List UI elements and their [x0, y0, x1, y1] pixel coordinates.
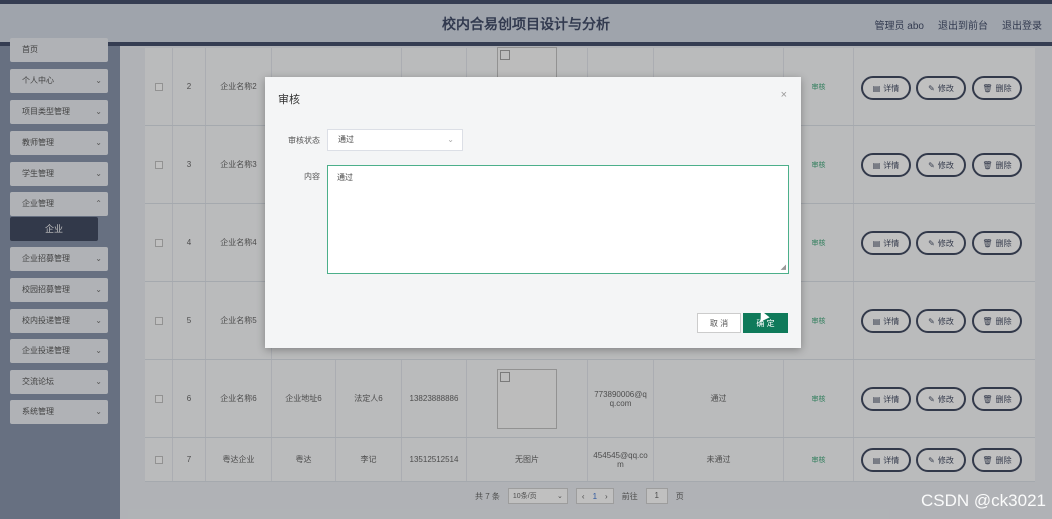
- status-label: 审核状态: [288, 136, 320, 145]
- content-label: 内容: [304, 172, 320, 181]
- dialog-title: 审核: [278, 94, 300, 106]
- audit-dialog: 审核 × 审核状态 通过 ⌄ 内容 通过 ◢ 取 消 确 定: [265, 77, 801, 348]
- status-select[interactable]: 通过 ⌄: [327, 129, 463, 151]
- chevron-down-icon: ⌄: [447, 135, 454, 144]
- close-icon[interactable]: ×: [781, 89, 787, 101]
- watermark: CSDN @ck3021: [921, 491, 1046, 510]
- status-value: 通过: [338, 135, 354, 144]
- content-value: 通过: [337, 173, 353, 182]
- resize-handle-icon[interactable]: ◢: [781, 263, 786, 271]
- content-textarea[interactable]: 通过 ◢: [327, 165, 789, 274]
- cancel-button[interactable]: 取 消: [697, 313, 741, 333]
